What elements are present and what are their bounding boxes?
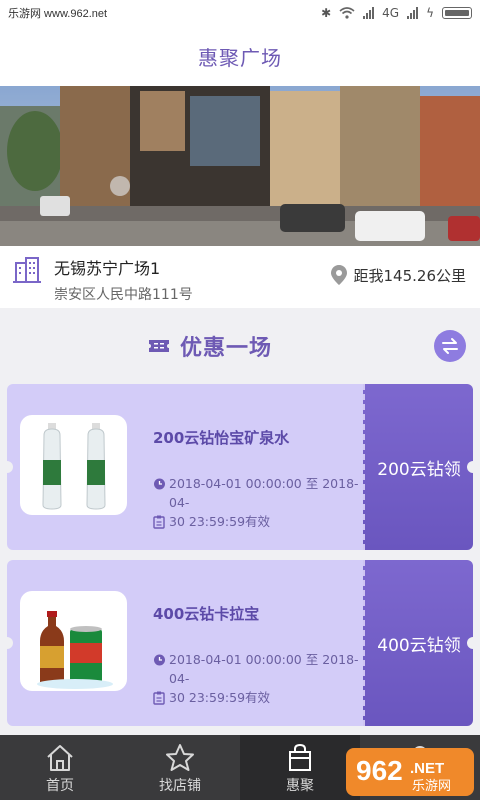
home-icon — [47, 745, 73, 771]
product-image-water — [20, 415, 127, 515]
coupon-validity-line2: 30 23:59:59有效 — [169, 514, 271, 529]
signal-icon — [363, 7, 375, 19]
tab-home[interactable]: 首页 — [0, 735, 120, 800]
tab-find-store[interactable]: 找店铺 — [120, 735, 240, 800]
signal-icon-2 — [407, 7, 419, 19]
coupon-validity-line2: 30 23:59:59有效 — [169, 690, 271, 705]
coupon-notch — [467, 637, 479, 649]
coupon-validity-line1: 2018-04-01 00:00:00 至 2018-04- — [169, 652, 359, 686]
charging-icon: ϟ — [426, 6, 434, 20]
clipboard-icon — [153, 691, 165, 705]
claim-coupon-button[interactable]: 400云钻领 — [363, 560, 473, 726]
watermark-sub: 乐游网 — [412, 779, 451, 794]
distance-text: 距我145.26公里 — [353, 266, 467, 285]
coupon-section-header: 优惠一场 — [0, 318, 480, 372]
claim-button-label: 200云钻领 — [377, 459, 461, 480]
clock-icon — [154, 478, 165, 490]
switch-mall-button[interactable] — [434, 330, 466, 362]
section-title: 优惠一场 — [180, 336, 273, 361]
bluetooth-icon: ✱ — [321, 6, 332, 20]
network-type: 4G — [382, 6, 400, 20]
watermark-brand: 962 — [356, 755, 403, 786]
product-image-energy-drink — [20, 591, 127, 691]
coupon-title: 400云钻卡拉宝 — [153, 605, 260, 623]
mall-name: 无锡苏宁广场1 — [54, 259, 161, 278]
building-icon — [13, 257, 41, 283]
tab-find-store-label: 找店铺 — [159, 778, 201, 794]
coupon-validity-line1: 2018-04-01 00:00:00 至 2018-04- — [169, 476, 359, 510]
coupon-notch — [1, 637, 13, 649]
status-bar: 乐游网 www.962.net ✱ 4G ϟ — [0, 0, 480, 26]
bag-icon — [289, 743, 311, 771]
claim-coupon-button[interactable]: 200云钻领 — [363, 384, 473, 550]
page-title: 惠聚广场 — [198, 45, 282, 70]
tab-home-label: 首页 — [46, 778, 74, 794]
wifi-icon — [339, 7, 355, 19]
coupon-title: 200云钻怡宝矿泉水 — [153, 429, 290, 447]
coupon-card[interactable]: 400云钻卡拉宝 2018-04-01 00:00:00 至 2018-04- … — [1, 560, 479, 726]
star-icon — [166, 744, 194, 771]
battery-icon — [442, 7, 472, 19]
status-icons: ✱ 4G ϟ — [321, 6, 472, 20]
claim-button-label: 400云钻领 — [377, 635, 461, 656]
mall-address: 崇安区人民中路111号 — [54, 287, 193, 303]
clipboard-icon — [153, 515, 165, 529]
coupon-notch — [1, 461, 13, 473]
app-header: 惠聚广场 — [0, 26, 480, 86]
coupon-notch — [467, 461, 479, 473]
coupon-validity: 2018-04-01 00:00:00 至 2018-04- 30 23:59:… — [169, 474, 359, 531]
clock-icon — [154, 654, 165, 666]
coupon-card[interactable]: 200云钻怡宝矿泉水 2018-04-01 00:00:00 至 2018-04… — [1, 384, 479, 550]
swap-arrows-icon — [442, 338, 458, 354]
mall-banner-image[interactable] — [0, 86, 480, 246]
location-pin-icon — [330, 265, 347, 285]
coupon-validity: 2018-04-01 00:00:00 至 2018-04- 30 23:59:… — [169, 650, 359, 707]
site-watermark-logo: 962 .NET 乐游网 — [346, 748, 474, 796]
ticket-icon — [149, 340, 169, 352]
mall-info-card[interactable]: 无锡苏宁广场1 崇安区人民中路111号 距我145.26公里 — [0, 246, 480, 308]
status-bar-site-text: 乐游网 www.962.net — [8, 8, 108, 20]
watermark-suffix: .NET — [410, 760, 444, 777]
section-title-group: 优惠一场 — [148, 330, 272, 362]
distance-info: 距我145.26公里 — [330, 264, 467, 286]
